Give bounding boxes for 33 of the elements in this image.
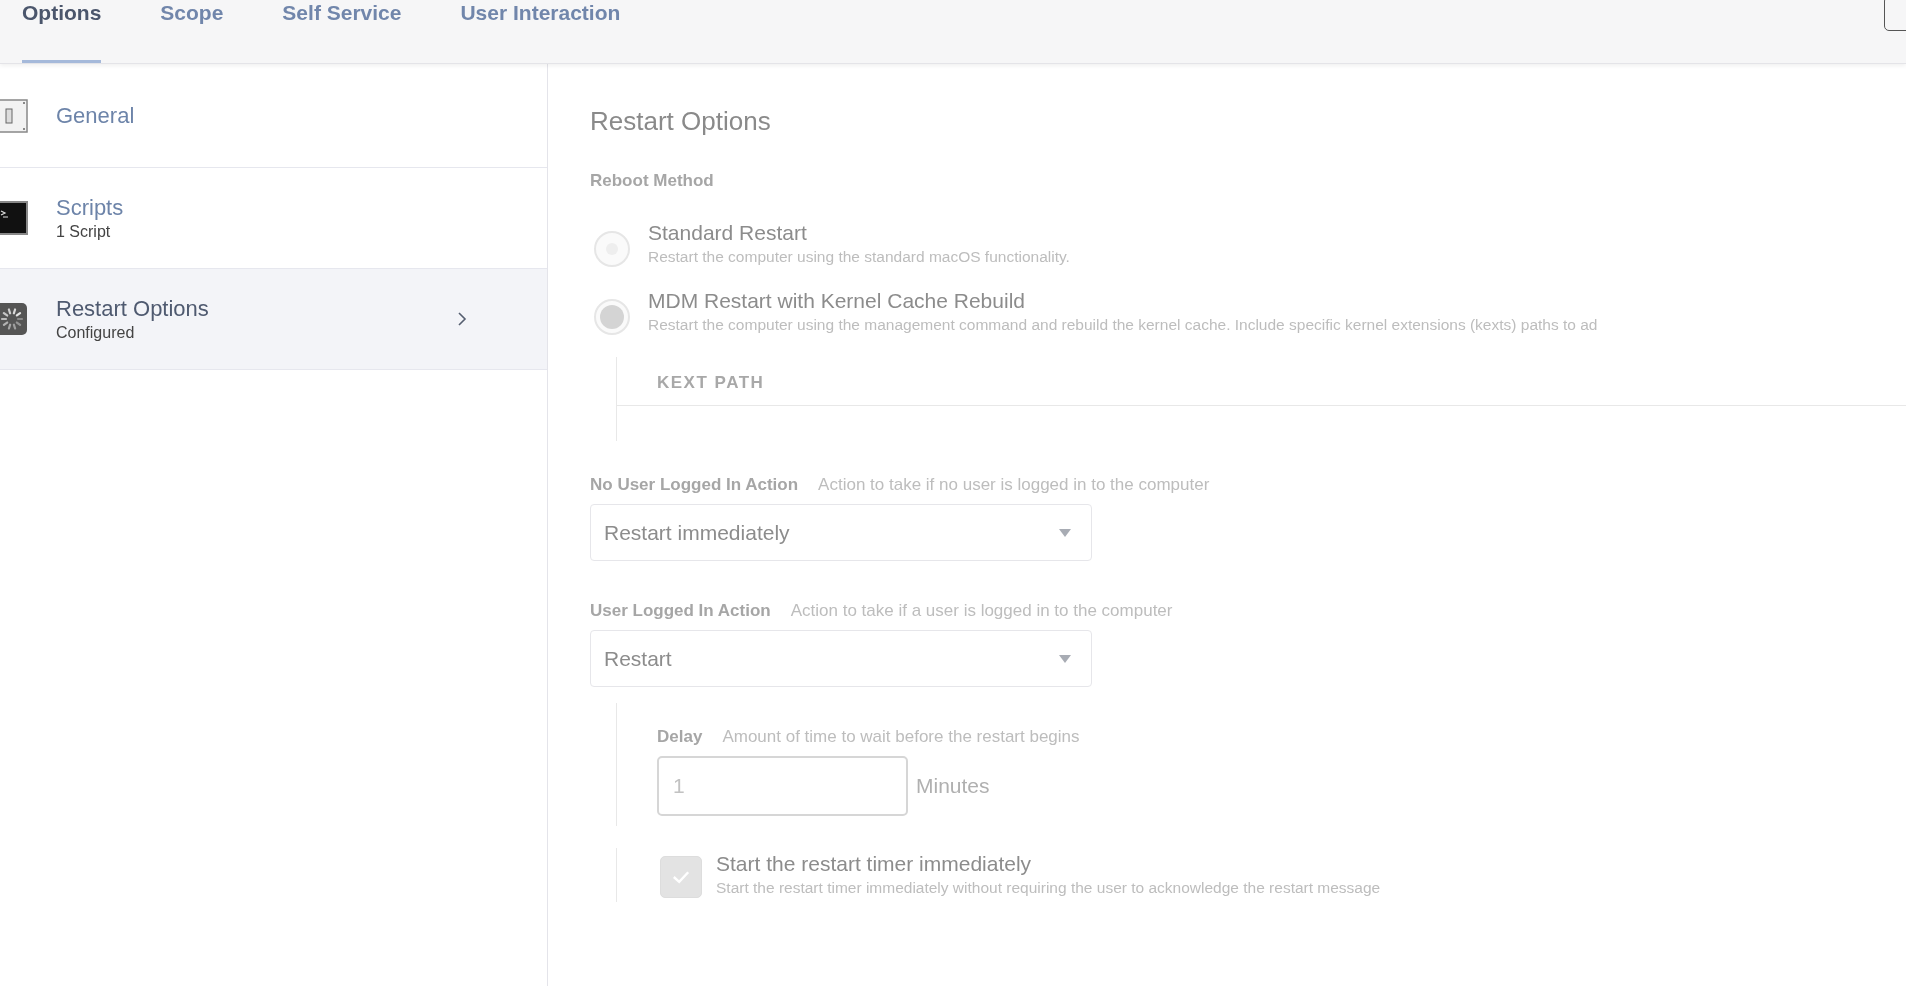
caret-icon — [1059, 528, 1071, 537]
field-hint: Action to take if a user is logged in to the computer — [790, 601, 1173, 621]
field-hint: Action to take if no user is logged in to the computer — [818, 475, 1210, 495]
column-header: KEXT PATH — [617, 357, 1906, 406]
field-hint: Amount of time to wait before the restart begins — [722, 727, 1080, 747]
field-label: No User Logged In Action — [590, 475, 799, 495]
field-label: Delay — [657, 727, 703, 747]
sidebar-item[interactable]: Restart Options Configured — [0, 269, 547, 370]
unit-label: Minutes — [916, 774, 990, 798]
field-label: User Logged In Action — [590, 601, 771, 621]
radio-description: Restart the computer using the standard macOS functionality. — [648, 248, 1070, 266]
sidebar-item-subtitle: 1 Script — [56, 223, 112, 241]
spinner-icon — [0, 302, 28, 336]
tab[interactable]: Options — [22, 0, 102, 63]
checkbox-description: Start the restart timer immediately without requiring the user to acknowledge the restart message — [716, 879, 1381, 897]
field-label: Reboot Method — [590, 171, 715, 191]
checkbox-label: Start the restart timer immediately — [716, 852, 1033, 876]
tab[interactable]: User Interaction — [460, 0, 621, 63]
radio-description: Restart the computer using the management command and rebuild the kernel cache. Include specific kernel extensions (kexts) paths to ad — [648, 316, 1598, 334]
caret-icon — [1059, 654, 1071, 663]
section-title: Restart Options — [590, 106, 772, 137]
tab[interactable]: Self Service — [282, 0, 402, 63]
tab[interactable]: Scope — [160, 0, 224, 63]
radio-label: Standard Restart — [648, 221, 808, 245]
sidebar-item-title: Scripts — [56, 195, 125, 221]
terminal-icon — [0, 201, 28, 235]
sidebar-item[interactable]: General — [0, 64, 547, 168]
sidebar-item-title: General — [56, 102, 136, 129]
radio-label: MDM Restart with Kernel Cache Rebuild — [648, 289, 1026, 313]
switch-icon — [0, 98, 28, 133]
chevron-right-icon — [457, 311, 467, 327]
sidebar-item-subtitle: Configured — [56, 324, 136, 342]
sidebar-item-title: Restart Options — [56, 296, 210, 322]
